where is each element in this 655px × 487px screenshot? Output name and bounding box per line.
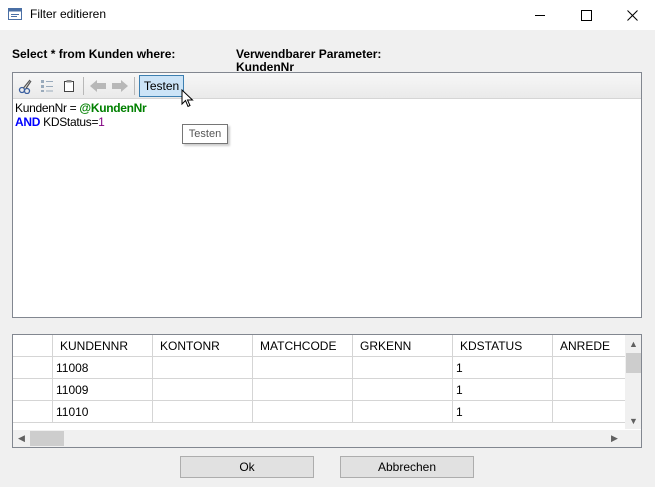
table-cell[interactable] — [153, 401, 253, 423]
test-button[interactable]: Testen — [139, 75, 184, 97]
row-header[interactable] — [13, 401, 53, 423]
code-operator: = — [66, 101, 80, 115]
title-bar: Filter editieren — [0, 0, 655, 30]
ok-button[interactable]: Ok — [180, 456, 314, 478]
code-number: 1 — [98, 115, 105, 129]
column-header[interactable]: GRKENN — [353, 335, 453, 357]
row-header[interactable] — [13, 379, 53, 401]
scroll-right-icon[interactable]: ▶ — [611, 433, 618, 444]
code-line-2: AND KDStatus=1 — [15, 115, 146, 129]
sql-code[interactable]: KundenNr = @KundenNr AND KDStatus=1 — [15, 101, 147, 129]
cut-button[interactable] — [16, 76, 36, 96]
forward-button[interactable] — [110, 76, 130, 96]
forward-arrow-icon — [112, 80, 128, 92]
mouse-cursor-icon — [181, 89, 194, 108]
table-cell[interactable] — [253, 379, 353, 401]
copy-icon — [64, 80, 74, 92]
horizontal-scrollbar[interactable]: ◀ ▶ — [13, 430, 625, 447]
toolbar-separator — [83, 77, 84, 95]
table-row[interactable]: 11010 1 — [13, 401, 625, 423]
table-row[interactable]: 11009 1 — [13, 379, 625, 401]
column-header[interactable]: KDSTATUS — [453, 335, 553, 357]
minimize-button[interactable] — [517, 0, 563, 30]
vertical-scrollbar[interactable]: ▲ ▼ — [625, 335, 641, 429]
minimize-icon — [534, 14, 545, 16]
toolbar-separator — [134, 77, 135, 95]
maximize-icon — [580, 9, 592, 21]
param-heading: Verwendbarer Parameter: — [236, 47, 382, 61]
copy-button[interactable] — [59, 76, 79, 96]
scroll-down-icon[interactable]: ▼ — [629, 416, 638, 426]
close-button[interactable] — [609, 0, 655, 30]
code-keyword: AND — [15, 115, 41, 129]
column-header[interactable]: ANREDE — [553, 335, 625, 357]
sql-editor[interactable]: Testen KundenNr = @KundenNr AND KDStatus… — [12, 72, 642, 318]
code-field: KDStatus — [40, 115, 92, 129]
results-grid[interactable]: KUNDENNR KONTONR MATCHCODE GRKENN KDSTAT… — [12, 334, 642, 448]
scroll-up-icon[interactable]: ▲ — [629, 339, 638, 349]
table-cell[interactable]: 11008 — [53, 357, 153, 379]
tooltip: Testen — [182, 124, 228, 144]
vertical-scroll-thumb[interactable] — [626, 353, 641, 373]
row-header[interactable] — [13, 357, 53, 379]
column-header[interactable]: KUNDENNR — [53, 335, 153, 357]
table-cell[interactable] — [153, 357, 253, 379]
back-button[interactable] — [88, 76, 108, 96]
column-header[interactable]: KONTONR — [153, 335, 253, 357]
table-cell[interactable]: 11009 — [53, 379, 153, 401]
close-icon — [626, 9, 638, 21]
table-cell[interactable] — [253, 357, 353, 379]
list-button[interactable] — [37, 76, 57, 96]
code-line-1: KundenNr = @KundenNr — [15, 101, 147, 115]
code-parameter: @KundenNr — [79, 101, 147, 115]
table-cell[interactable] — [553, 379, 625, 401]
column-header[interactable]: MATCHCODE — [253, 335, 353, 357]
form-icon — [8, 8, 22, 20]
table-cell[interactable]: 11010 — [53, 401, 153, 423]
list-icon — [41, 80, 53, 92]
table-cell[interactable]: 1 — [453, 379, 553, 401]
code-field: KundenNr — [15, 101, 67, 115]
table-cell[interactable] — [353, 401, 453, 423]
scrollbar-corner — [625, 430, 641, 447]
cut-icon — [18, 79, 32, 94]
table-row[interactable]: 11008 1 — [13, 357, 625, 379]
table-cell[interactable]: 1 — [453, 401, 553, 423]
window-title: Filter editieren — [30, 7, 107, 21]
maximize-button[interactable] — [563, 0, 609, 30]
horizontal-scroll-thumb[interactable] — [30, 431, 64, 446]
editor-toolbar: Testen — [13, 73, 641, 99]
table-cell[interactable] — [553, 401, 625, 423]
back-arrow-icon — [90, 80, 106, 92]
table-cell[interactable] — [353, 379, 453, 401]
table-cell[interactable] — [353, 357, 453, 379]
table-cell[interactable] — [253, 401, 353, 423]
table-cell[interactable]: 1 — [453, 357, 553, 379]
row-header-corner — [13, 335, 53, 357]
grid-header: KUNDENNR KONTONR MATCHCODE GRKENN KDSTAT… — [13, 335, 625, 357]
table-cell[interactable] — [153, 379, 253, 401]
select-label: Select * from Kunden where: — [12, 47, 176, 61]
table-cell[interactable] — [553, 357, 625, 379]
cancel-button[interactable]: Abbrechen — [340, 456, 474, 478]
scroll-left-icon[interactable]: ◀ — [18, 433, 25, 444]
